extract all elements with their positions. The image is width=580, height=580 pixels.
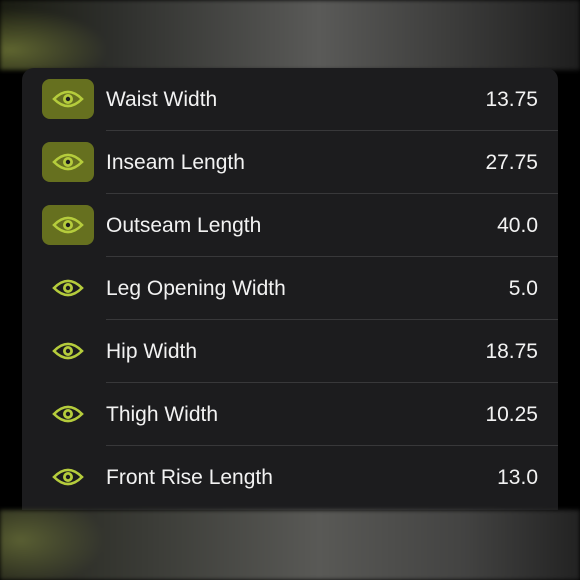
list-item-waist-width[interactable]: Waist Width 13.75 (22, 68, 558, 131)
measurement-value: 40.0 (497, 214, 538, 237)
eye-icon (52, 153, 84, 171)
measurement-value: 10.25 (485, 403, 538, 426)
measurement-value: 13.75 (485, 88, 538, 111)
measurements-list: Waist Width 13.75 Inseam Length 27.75 Ou… (22, 68, 558, 510)
measurement-label: Leg Opening Width (106, 277, 286, 300)
visibility-toggle[interactable] (42, 457, 94, 497)
list-item-inseam-length[interactable]: Inseam Length 27.75 (22, 131, 558, 194)
list-item-leg-opening-width[interactable]: Leg Opening Width 5.0 (22, 257, 558, 320)
visibility-toggle[interactable] (42, 394, 94, 434)
visibility-toggle[interactable] (42, 79, 94, 119)
visibility-toggle[interactable] (42, 268, 94, 308)
blurred-background-bottom (0, 510, 580, 580)
measurement-label: Hip Width (106, 340, 198, 363)
list-item-front-rise-length[interactable]: Front Rise Length 13.0 (22, 446, 558, 509)
measurement-value: 5.0 (508, 277, 538, 300)
visibility-toggle[interactable] (42, 205, 94, 245)
list-item-thigh-width[interactable]: Thigh Width 10.25 (22, 383, 558, 446)
visibility-toggle[interactable] (42, 331, 94, 371)
list-item-hip-width[interactable]: Hip Width 18.75 (22, 320, 558, 383)
eye-icon (52, 216, 84, 234)
measurement-label: Thigh Width (106, 403, 219, 426)
eye-icon (52, 279, 84, 297)
list-item-outseam-length[interactable]: Outseam Length 40.0 (22, 194, 558, 257)
measurement-label: Waist Width (106, 88, 218, 111)
measurement-label: Outseam Length (106, 214, 262, 237)
measurement-label: Inseam Length (106, 151, 245, 174)
eye-icon (52, 342, 84, 360)
measurement-value: 13.0 (497, 466, 538, 489)
measurement-value: 18.75 (485, 340, 538, 363)
eye-icon (52, 90, 84, 108)
blurred-background-top (0, 0, 580, 70)
measurement-value: 27.75 (485, 151, 538, 174)
measurement-label: Front Rise Length (106, 466, 273, 489)
eye-icon (52, 468, 84, 486)
eye-icon (52, 405, 84, 423)
screen: Waist Width 13.75 Inseam Length 27.75 Ou… (0, 0, 580, 580)
visibility-toggle[interactable] (42, 142, 94, 182)
